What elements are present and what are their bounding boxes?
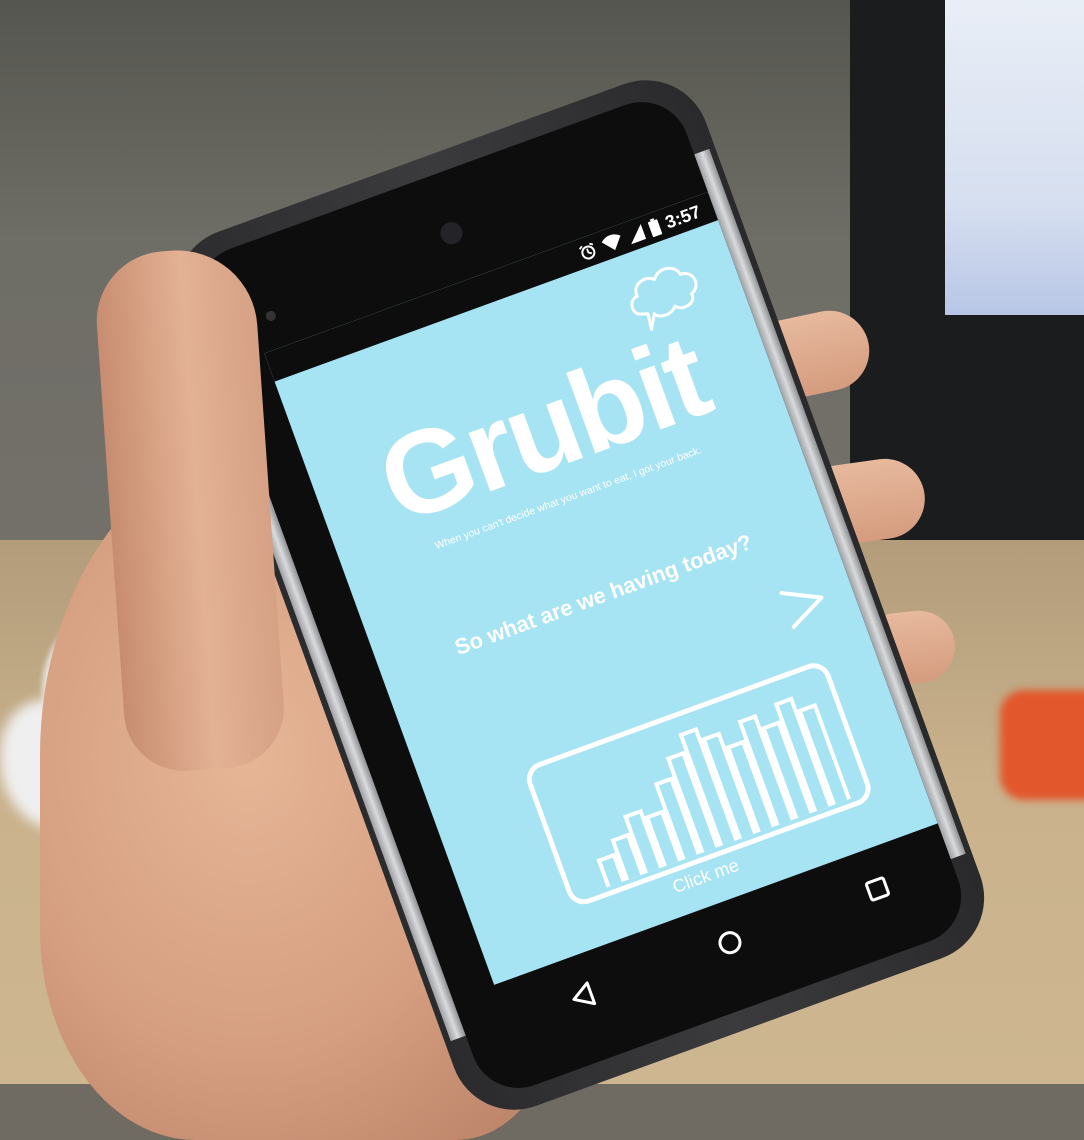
battery-icon	[647, 217, 663, 238]
status-time: 3:57	[662, 200, 704, 233]
front-camera	[437, 219, 466, 248]
home-circle-icon[interactable]	[691, 904, 768, 981]
proximity-sensor	[264, 309, 278, 323]
wifi-icon	[600, 232, 624, 254]
signal-icon	[626, 223, 647, 245]
alarm-icon	[576, 240, 599, 263]
back-triangle-icon[interactable]	[544, 958, 621, 1035]
background-orange-object	[1000, 690, 1084, 800]
chevron-right-icon[interactable]	[776, 576, 834, 636]
bar-chart-icon	[527, 661, 869, 903]
recents-square-icon[interactable]	[839, 850, 916, 927]
background-monitor-screen	[945, 0, 1084, 315]
